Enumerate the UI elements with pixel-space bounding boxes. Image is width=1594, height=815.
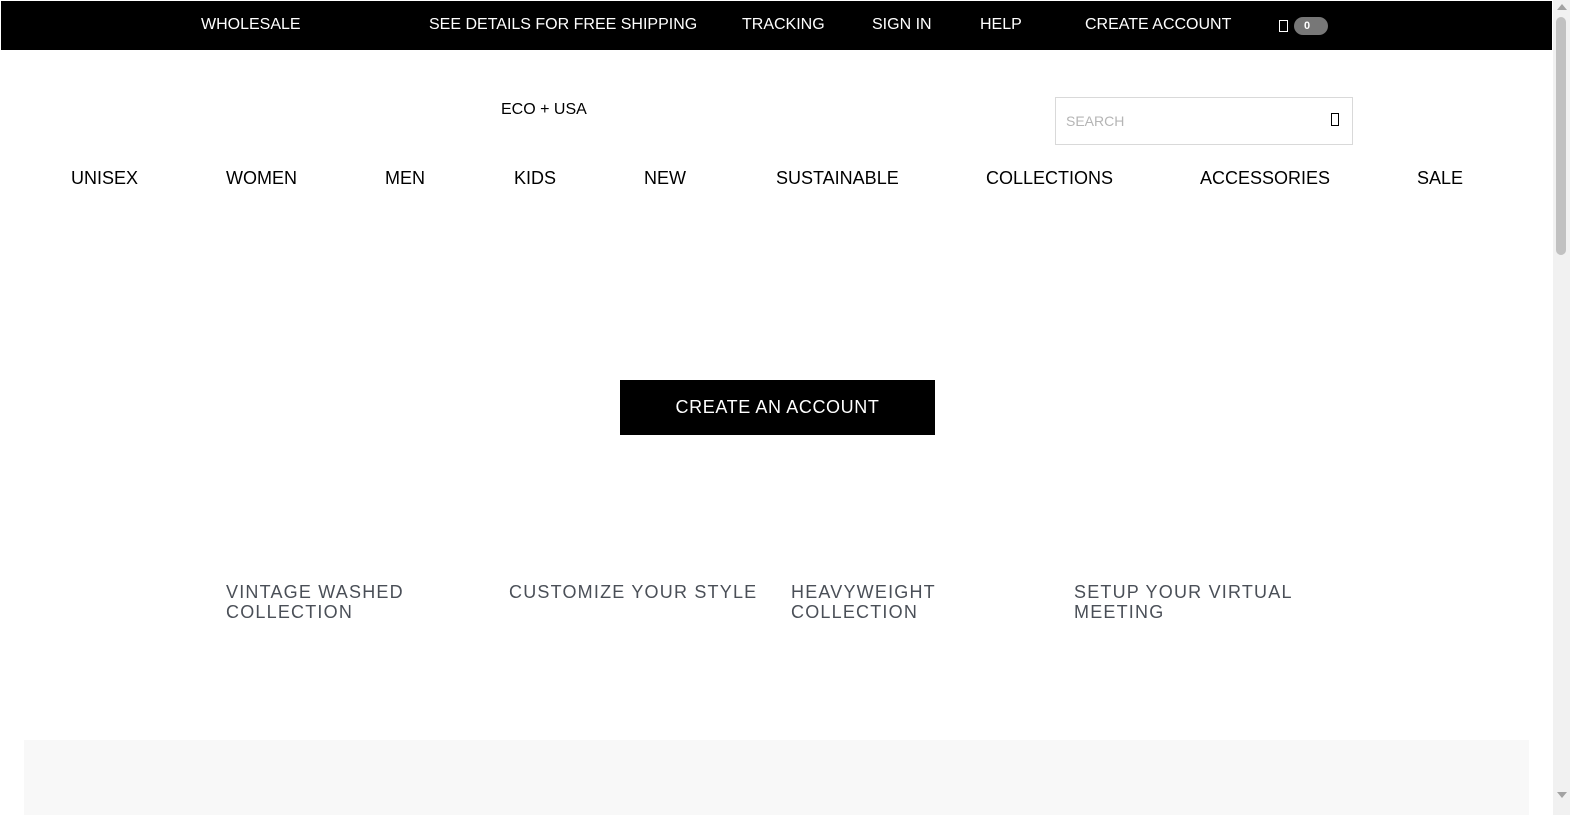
scroll-down-icon[interactable]: [1557, 792, 1567, 798]
tile-title-line-1: CUSTOMIZE YOUR STYLE: [509, 582, 758, 602]
search-box: [1055, 97, 1353, 145]
tile-customize-style[interactable]: CUSTOMIZE YOUR STYLE: [509, 582, 757, 602]
sign-in-link[interactable]: SIGN IN: [872, 16, 932, 34]
create-account-link[interactable]: CREATE ACCOUNT: [1085, 16, 1231, 34]
cart-button[interactable]: 0: [1279, 17, 1328, 35]
tile-title-line-1: HEAVYWEIGHT: [791, 582, 936, 602]
nav-item-unisex[interactable]: UNISEX: [71, 168, 138, 188]
tile-title-line-1: SETUP YOUR VIRTUAL: [1074, 582, 1293, 602]
scroll-up-icon[interactable]: [1557, 4, 1567, 10]
nav-item-collections[interactable]: COLLECTIONS: [986, 168, 1113, 188]
nav-item-women[interactable]: WOMEN: [226, 168, 297, 188]
nav-item-accessories[interactable]: ACCESSORIES: [1200, 168, 1330, 188]
tile-heavyweight[interactable]: HEAVYWEIGHT COLLECTION: [791, 582, 936, 622]
wholesale-link[interactable]: WHOLESALE: [201, 16, 301, 34]
nav-item-kids[interactable]: KIDS: [514, 168, 556, 188]
tracking-link[interactable]: TRACKING: [742, 16, 825, 34]
tile-vintage-washed[interactable]: VINTAGE WASHED COLLECTION: [226, 582, 404, 622]
nav-item-men[interactable]: MEN: [385, 168, 425, 188]
help-link[interactable]: HELP: [980, 16, 1022, 34]
tile-title-line-1: VINTAGE WASHED: [226, 582, 404, 602]
nav-item-sale[interactable]: SALE: [1417, 168, 1463, 188]
search-icon[interactable]: [1331, 113, 1339, 126]
create-an-account-button[interactable]: CREATE AN ACCOUNT: [620, 380, 935, 435]
tile-title-line-2: COLLECTION: [226, 602, 354, 622]
nav-item-new[interactable]: NEW: [644, 168, 686, 188]
site-logo[interactable]: ECO + USA: [501, 101, 587, 119]
search-input[interactable]: [1066, 111, 1316, 131]
free-shipping-link[interactable]: SEE DETAILS FOR FREE SHIPPING: [429, 16, 697, 34]
nav-item-sustainable[interactable]: SUSTAINABLE: [776, 168, 899, 188]
footer-section: [24, 740, 1529, 815]
tile-virtual-meeting[interactable]: SETUP YOUR VIRTUAL MEETING: [1074, 582, 1293, 622]
scrollbar-thumb[interactable]: [1556, 17, 1566, 255]
bag-icon: [1279, 20, 1288, 32]
tile-title-line-2: MEETING: [1074, 602, 1165, 622]
tile-title-line-2: COLLECTION: [791, 602, 919, 622]
cart-count-badge: 0: [1294, 17, 1328, 35]
